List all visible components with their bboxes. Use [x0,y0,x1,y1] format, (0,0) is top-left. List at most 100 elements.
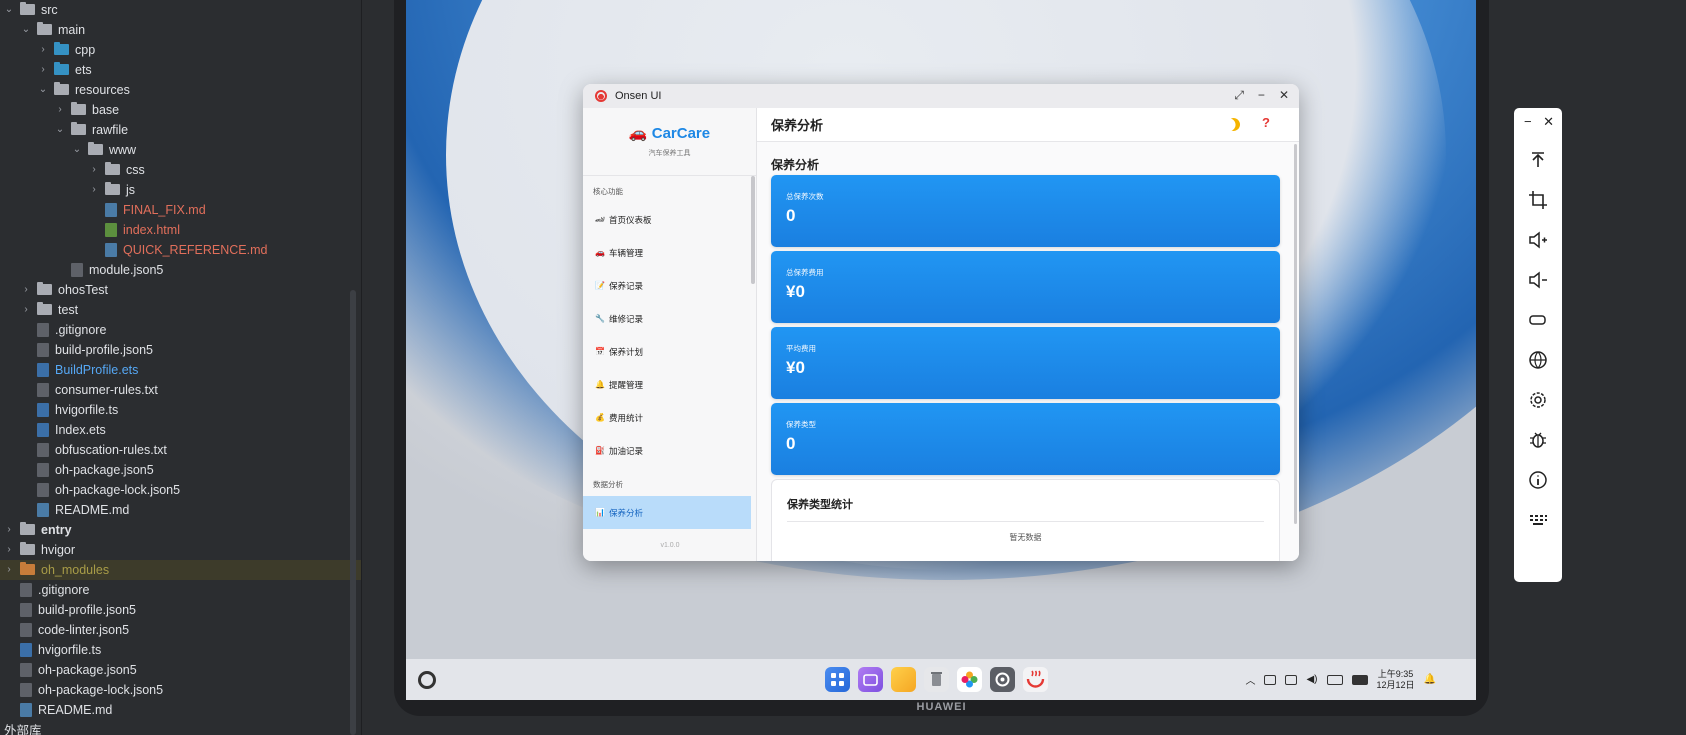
gallery-icon[interactable] [957,667,982,692]
settings-icon[interactable] [1528,390,1548,410]
input-method-icon[interactable] [1264,674,1277,685]
tree-row[interactable]: build-profile.json5 [0,340,361,360]
tree-row[interactable]: ⌄ rawfile [0,120,361,140]
app-grid-icon[interactable] [825,667,850,692]
chevron-right-icon[interactable]: › [55,104,65,115]
tree-row[interactable]: › entry [0,520,361,540]
tree-row[interactable]: oh-package-lock.json5 [0,480,361,500]
restore-icon[interactable]: ⤢ [1234,88,1244,103]
tree-row[interactable]: obfuscation-rules.txt [0,440,361,460]
tree-row[interactable]: 外部库 [0,720,361,735]
tree-row[interactable]: build-profile.json5 [0,600,361,620]
sidebar-item[interactable]: 🏎 首页仪表板 [583,203,756,236]
crop-icon[interactable] [1528,190,1548,210]
tree-row[interactable]: Index.ets [0,420,361,440]
tree-row[interactable]: › test [0,300,361,320]
tree-row[interactable]: README.md [0,700,361,720]
tree-row[interactable]: › oh_modules [0,559,361,580]
sidebar-item[interactable]: 🚗 车辆管理 [583,236,756,269]
chevron-right-icon[interactable]: › [38,44,48,55]
sidebar-item[interactable]: 🔔 提醒管理 [583,368,756,401]
clock[interactable]: 上午9:35 12月12日 [1377,669,1415,691]
sidebar-scrollbar[interactable] [751,176,755,284]
chevron-down-icon[interactable]: ⌄ [72,144,82,155]
volume-icon[interactable]: ◀︎) [1306,674,1317,685]
tree-row[interactable]: ⌄ main [0,20,361,40]
battery-icon[interactable] [1351,674,1368,685]
sidebar-item[interactable]: 📊 保养分析 [583,496,751,529]
main-scrollbar[interactable] [1294,144,1297,524]
multitask-icon[interactable] [858,667,883,692]
tree-row[interactable]: › ohosTest [0,280,361,300]
tree-row[interactable]: hvigorfile.ts [0,640,361,660]
tree-row[interactable]: hvigorfile.ts [0,400,361,420]
chevron-down-icon[interactable]: ⌄ [38,84,48,95]
tree-row[interactable]: README.md [0,500,361,520]
tree-row[interactable]: FINAL_FIX.md [0,200,361,220]
tree-row[interactable]: code-linter.json5 [0,620,361,640]
tree-row[interactable]: module.json5 [0,260,361,280]
window-titlebar[interactable]: Onsen UI ⤢ − ✕ [583,84,1299,108]
close-icon[interactable]: ✕ [1279,88,1289,103]
keyboard-icon[interactable] [1285,674,1298,685]
info-icon[interactable] [1528,470,1548,490]
sidebar-item[interactable]: 📅 保养计划 [583,335,756,368]
tree-row[interactable]: › ets [0,60,361,80]
files-icon[interactable] [891,667,916,692]
minimize-icon[interactable]: − [1258,88,1265,103]
chevron-right-icon[interactable]: › [89,164,99,175]
globe-icon[interactable] [1528,350,1548,370]
project-tree-scrollbar[interactable] [350,290,356,735]
chevron-down-icon[interactable]: ⌄ [4,4,14,15]
tree-row[interactable]: ⌄ resources [0,80,361,100]
folder-icon [20,562,35,575]
chevron-down-icon[interactable]: ⌄ [55,124,65,135]
chevron-down-icon[interactable]: ⌄ [21,24,31,35]
sidebar-item[interactable]: 🔧 维修记录 [583,302,756,335]
chevron-right-icon[interactable]: › [4,564,14,575]
close-icon[interactable]: ✕ [1543,114,1554,132]
tree-row[interactable]: › cpp [0,40,361,60]
bug-icon[interactable] [1528,430,1548,450]
trash-icon[interactable] [924,667,949,692]
tree-row[interactable]: › css [0,160,361,180]
chevron-right-icon[interactable]: › [4,544,14,555]
tree-row[interactable]: consumer-rules.txt [0,380,361,400]
sidebar-item[interactable]: ⛽ 加油记录 [583,434,756,467]
chevron-up-icon[interactable]: ︿ [1245,672,1255,687]
tree-row[interactable]: › js [0,180,361,200]
keyboard-icon[interactable] [1528,510,1548,530]
chevron-right-icon[interactable]: › [38,64,48,75]
tree-row[interactable]: .gitignore [0,580,361,600]
minimize-icon[interactable]: − [1524,114,1532,132]
tree-row[interactable]: QUICK_REFERENCE.md [0,240,361,260]
tree-row[interactable]: › hvigor [0,540,361,560]
tree-row[interactable]: ⌄ www [0,140,361,160]
tree-row[interactable]: oh-package.json5 [0,660,361,680]
sidebar-item[interactable]: 📝 保养记录 [583,269,756,302]
upload-icon[interactable] [1528,150,1548,170]
tree-row[interactable]: index.html [0,220,361,240]
bell-icon[interactable]: 🔔 [1424,674,1436,685]
chevron-right-icon[interactable]: › [21,284,31,295]
home-circle-icon[interactable] [418,671,436,689]
stat-label: 总保养次数 [786,192,824,201]
settings-icon[interactable] [990,667,1015,692]
tree-row[interactable]: .gitignore [0,320,361,340]
sidebar-item[interactable]: 💰 费用统计 [583,401,756,434]
tree-row[interactable]: oh-package-lock.json5 [0,680,361,700]
chevron-right-icon[interactable]: › [4,524,14,535]
help-icon[interactable]: ? [1262,115,1270,130]
volume-up-icon[interactable] [1528,230,1548,250]
display-icon[interactable] [1326,674,1343,685]
moon-icon[interactable] [1225,116,1243,134]
volume-down-icon[interactable] [1528,270,1548,290]
tree-row[interactable]: oh-package.json5 [0,460,361,480]
tree-row[interactable]: › base [0,100,361,120]
power-icon[interactable] [1528,310,1548,330]
tree-row[interactable]: BuildProfile.ets [0,360,361,380]
tree-row[interactable]: ⌄ src [0,0,361,20]
chevron-right-icon[interactable]: › [89,184,99,195]
chevron-right-icon[interactable]: › [21,304,31,315]
onsen-app-icon[interactable] [1023,667,1048,692]
